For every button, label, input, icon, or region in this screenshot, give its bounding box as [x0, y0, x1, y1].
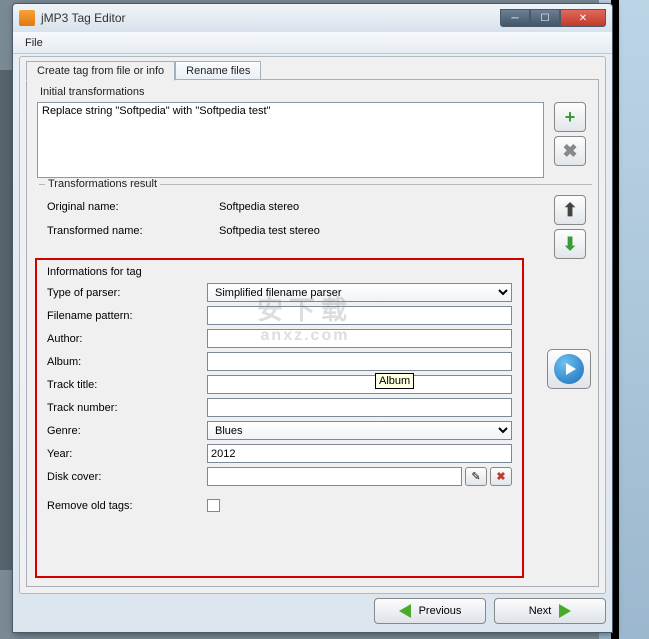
- clear-cover-button[interactable]: ✖: [490, 467, 512, 486]
- minimize-button[interactable]: ─: [500, 9, 530, 27]
- disk-cover-row: Disk cover: ✎ ✖: [47, 465, 512, 488]
- disk-cover-label: Disk cover:: [47, 471, 207, 483]
- up-arrow-icon: ⬆: [562, 200, 577, 221]
- tab-panel: Initial transformations Replace string "…: [26, 79, 599, 587]
- track-number-label: Track number:: [47, 402, 207, 414]
- initial-group-label: Initial transformations: [37, 86, 148, 98]
- next-label: Next: [529, 605, 552, 617]
- author-label: Author:: [47, 333, 207, 345]
- remove-tags-row: Remove old tags:: [47, 494, 512, 517]
- x-icon: ✖: [562, 141, 577, 162]
- genre-label: Genre:: [47, 425, 207, 437]
- transformations-result-group: Transformations result Original name: So…: [39, 184, 592, 254]
- album-input[interactable]: [207, 352, 512, 371]
- remove-transformation-button[interactable]: ✖: [554, 136, 586, 166]
- pattern-label: Filename pattern:: [47, 310, 207, 322]
- album-row: Album:: [47, 350, 512, 373]
- remove-tags-label: Remove old tags:: [47, 500, 207, 512]
- parser-label: Type of parser:: [47, 287, 207, 299]
- delete-icon: ✖: [496, 470, 505, 483]
- browse-cover-button[interactable]: ✎: [465, 467, 487, 486]
- track-number-row: Track number:: [47, 396, 512, 419]
- app-window: jMP3 Tag Editor ─ ☐ ✕ File Create tag fr…: [12, 3, 613, 633]
- genre-row: Genre: Blues: [47, 419, 512, 442]
- track-title-row: Track title: Album: [47, 373, 512, 396]
- album-label: Album:: [47, 356, 207, 368]
- parser-row: Type of parser: Simplified filename pars…: [47, 281, 512, 304]
- plus-icon: +: [565, 107, 576, 128]
- previous-label: Previous: [419, 605, 462, 617]
- right-arrow-icon: [559, 604, 571, 618]
- track-title-label: Track title:: [47, 379, 207, 391]
- menubar: File: [13, 32, 612, 54]
- play-icon: [554, 354, 584, 384]
- parser-select[interactable]: Simplified filename parser: [207, 283, 512, 302]
- maximize-button[interactable]: ☐: [530, 9, 560, 27]
- window-title: jMP3 Tag Editor: [41, 11, 500, 25]
- transformation-rule[interactable]: Replace string "Softpedia" with "Softped…: [42, 105, 539, 117]
- previous-button[interactable]: Previous: [374, 598, 486, 624]
- down-arrow-icon: ⬇: [562, 234, 577, 255]
- track-title-input[interactable]: [207, 375, 512, 394]
- info-group-label: Informations for tag: [47, 266, 512, 278]
- left-arrow-icon: [399, 604, 411, 618]
- menu-file[interactable]: File: [17, 35, 51, 51]
- album-tooltip: Album: [375, 373, 414, 389]
- pattern-input[interactable]: [207, 306, 512, 325]
- titlebar[interactable]: jMP3 Tag Editor ─ ☐ ✕: [13, 4, 612, 32]
- edit-icon: ✎: [471, 470, 480, 483]
- tab-strip: Create tag from file or info Rename file…: [26, 61, 261, 81]
- author-input[interactable]: [207, 329, 512, 348]
- transformed-name-value: Softpedia test stereo: [219, 225, 320, 237]
- result-group-label: Transformations result: [45, 178, 160, 190]
- initial-transformations-group: Initial transformations Replace string "…: [33, 88, 592, 180]
- app-icon: [19, 10, 35, 26]
- transformed-name-label: Transformed name:: [47, 225, 143, 237]
- year-row: Year:: [47, 442, 512, 465]
- move-down-button[interactable]: ⬇: [554, 229, 586, 259]
- add-transformation-button[interactable]: +: [554, 102, 586, 132]
- tab-rename-files[interactable]: Rename files: [175, 61, 261, 81]
- tab-create-tag[interactable]: Create tag from file or info: [26, 61, 175, 81]
- original-name-label: Original name:: [47, 201, 119, 213]
- remove-tags-checkbox[interactable]: [207, 499, 220, 512]
- content-area: Create tag from file or info Rename file…: [19, 56, 606, 594]
- informations-for-tag-group: Informations for tag Type of parser: Sim…: [35, 258, 524, 578]
- pattern-row: Filename pattern:: [47, 304, 512, 327]
- window-controls: ─ ☐ ✕: [500, 9, 606, 27]
- move-up-button[interactable]: ⬆: [554, 195, 586, 225]
- track-number-input[interactable]: [207, 398, 512, 417]
- year-input[interactable]: [207, 444, 512, 463]
- author-row: Author:: [47, 327, 512, 350]
- year-label: Year:: [47, 448, 207, 460]
- next-button[interactable]: Next: [494, 598, 606, 624]
- play-button[interactable]: [547, 349, 591, 389]
- footer: Previous Next: [19, 596, 606, 626]
- transformations-list[interactable]: Replace string "Softpedia" with "Softped…: [37, 102, 544, 178]
- disk-cover-input[interactable]: [207, 467, 462, 486]
- close-button[interactable]: ✕: [560, 9, 606, 27]
- original-name-value: Softpedia stereo: [219, 201, 299, 213]
- genre-select[interactable]: Blues: [207, 421, 512, 440]
